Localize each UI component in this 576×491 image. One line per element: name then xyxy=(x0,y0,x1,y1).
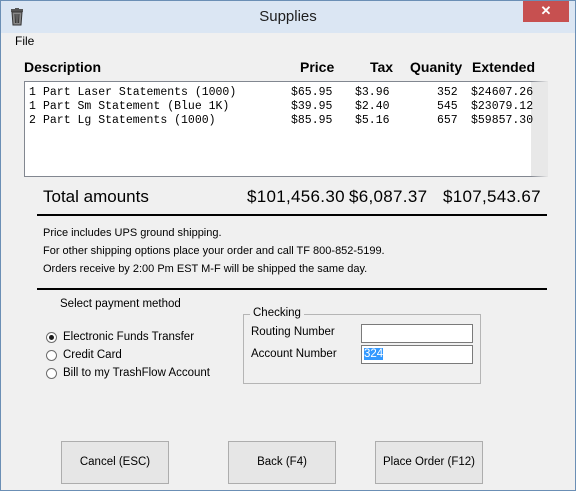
radio-label: Electronic Funds Transfer xyxy=(63,331,195,343)
radio-label: Bill to my TrashFlow Account xyxy=(63,367,210,379)
shipping-note: For other shipping options place your or… xyxy=(43,245,385,257)
list-item[interactable]: 1 Part Sm Statement (Blue 1K) $39.95 $2.… xyxy=(29,100,533,114)
column-header-description: Description xyxy=(24,59,102,75)
column-header-quantity: Quanity xyxy=(410,59,463,75)
divider xyxy=(37,214,547,216)
item-quantity: 657 xyxy=(437,114,458,127)
payment-method-title: Select payment method xyxy=(60,298,181,310)
checking-group: Checking Routing Number Account Number 3… xyxy=(243,307,481,384)
item-tax: $2.40 xyxy=(355,100,390,113)
cancel-button[interactable]: Cancel (ESC) xyxy=(61,441,169,484)
list-item[interactable]: 1 Part Laser Statements (1000) $65.95 $3… xyxy=(29,86,533,100)
item-extended: $24607.26 xyxy=(471,86,534,99)
divider xyxy=(37,288,547,290)
title-bar[interactable]: Supplies ✕ xyxy=(1,1,575,33)
account-number-input[interactable]: 324 xyxy=(361,345,473,364)
item-price: $85.95 xyxy=(291,114,333,127)
total-price: $101,456.30 xyxy=(247,187,345,206)
window-title: Supplies xyxy=(259,8,317,25)
item-quantity: 352 xyxy=(437,86,458,99)
shipping-note: Orders receive by 2:00 Pm EST M-F will b… xyxy=(43,263,368,275)
close-icon: ✕ xyxy=(540,3,552,18)
back-button[interactable]: Back (F4) xyxy=(228,441,336,484)
item-price: $65.95 xyxy=(291,86,333,99)
column-header-extended: Extended xyxy=(472,59,536,75)
routing-number-input[interactable] xyxy=(361,324,473,343)
routing-number-label: Routing Number xyxy=(251,326,335,338)
account-number-label: Account Number xyxy=(251,348,337,360)
radio-label: Credit Card xyxy=(63,349,122,361)
radio-button[interactable] xyxy=(46,368,57,379)
item-description: Part Sm Statement (Blue 1K) xyxy=(43,100,230,113)
account-number-value: 324 xyxy=(364,348,384,360)
item-tax: $3.96 xyxy=(355,86,390,99)
close-button[interactable]: ✕ xyxy=(523,1,569,22)
column-header-tax: Tax xyxy=(370,59,394,75)
menu-file[interactable]: File xyxy=(15,34,34,48)
item-description: Part Lg Statements (1000) xyxy=(43,114,216,127)
total-tax: $6,087.37 xyxy=(349,187,428,206)
radio-button[interactable] xyxy=(46,350,57,361)
list-item[interactable]: 2 Part Lg Statements (1000) $85.95 $5.16… xyxy=(29,114,533,128)
item-price: $39.95 xyxy=(291,100,333,113)
place-order-button[interactable]: Place Order (F12) xyxy=(375,441,483,484)
order-items-list[interactable]: 1 Part Laser Statements (1000) $65.95 $3… xyxy=(24,81,548,177)
item-count: 1 xyxy=(29,86,36,99)
totals-label: Total amounts xyxy=(43,187,149,206)
checking-legend: Checking xyxy=(250,307,304,319)
menu-bar: File xyxy=(1,33,575,51)
item-tax: $5.16 xyxy=(355,114,390,127)
item-quantity: 545 xyxy=(437,100,458,113)
shipping-note: Price includes UPS ground shipping. xyxy=(43,227,222,239)
radio-button[interactable] xyxy=(46,332,57,343)
total-extended: $107,543.67 xyxy=(443,187,541,206)
column-header-price: Price xyxy=(300,59,335,75)
item-extended: $59857.30 xyxy=(471,114,534,127)
item-extended: $23079.12 xyxy=(471,100,534,113)
supplies-window: Supplies ✕ File Description Price Tax Qu… xyxy=(0,0,576,491)
item-description: Part Laser Statements (1000) xyxy=(43,86,237,99)
item-count: 1 xyxy=(29,100,36,113)
item-count: 2 xyxy=(29,114,36,127)
